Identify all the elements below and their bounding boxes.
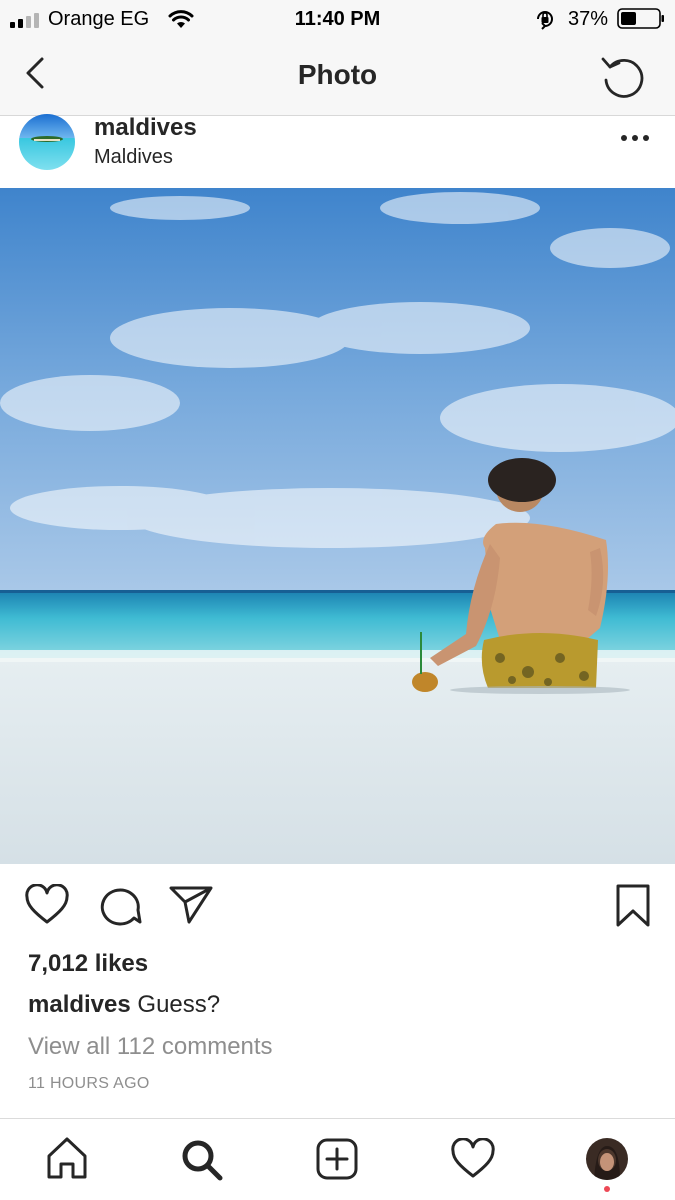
view-comments-link[interactable]: View all 112 comments	[28, 1033, 273, 1061]
post-username[interactable]: maldives	[94, 114, 197, 142]
home-icon[interactable]	[46, 1136, 88, 1180]
comment-icon[interactable]	[96, 884, 142, 928]
bookmark-icon[interactable]	[614, 883, 652, 929]
page-title: Photo	[297, 59, 378, 90]
search-icon[interactable]	[180, 1138, 224, 1182]
refresh-icon[interactable]	[600, 53, 648, 99]
post-location[interactable]: Maldives	[94, 146, 173, 169]
post-photo[interactable]	[0, 188, 675, 864]
orientation-lock-icon	[537, 11, 553, 30]
post-caption: maldives Guess?	[28, 991, 220, 1019]
heart-icon[interactable]	[24, 884, 70, 926]
profile-avatar[interactable]	[586, 1138, 628, 1180]
likes-count[interactable]: 7,012 likes	[28, 950, 148, 978]
post-timestamp: 11 HOURS AGO	[28, 1075, 150, 1092]
battery-percentage: 37%	[568, 8, 609, 30]
avatar[interactable]	[19, 114, 75, 170]
caption-username[interactable]: maldives	[28, 991, 131, 1018]
new-post-icon[interactable]	[316, 1138, 360, 1182]
battery-icon	[617, 8, 664, 29]
share-icon[interactable]	[168, 884, 214, 926]
activity-icon[interactable]	[450, 1138, 496, 1180]
notification-dot	[604, 1186, 610, 1192]
caption-text: Guess?	[130, 991, 221, 1018]
more-horizontal-icon[interactable]	[620, 132, 650, 144]
